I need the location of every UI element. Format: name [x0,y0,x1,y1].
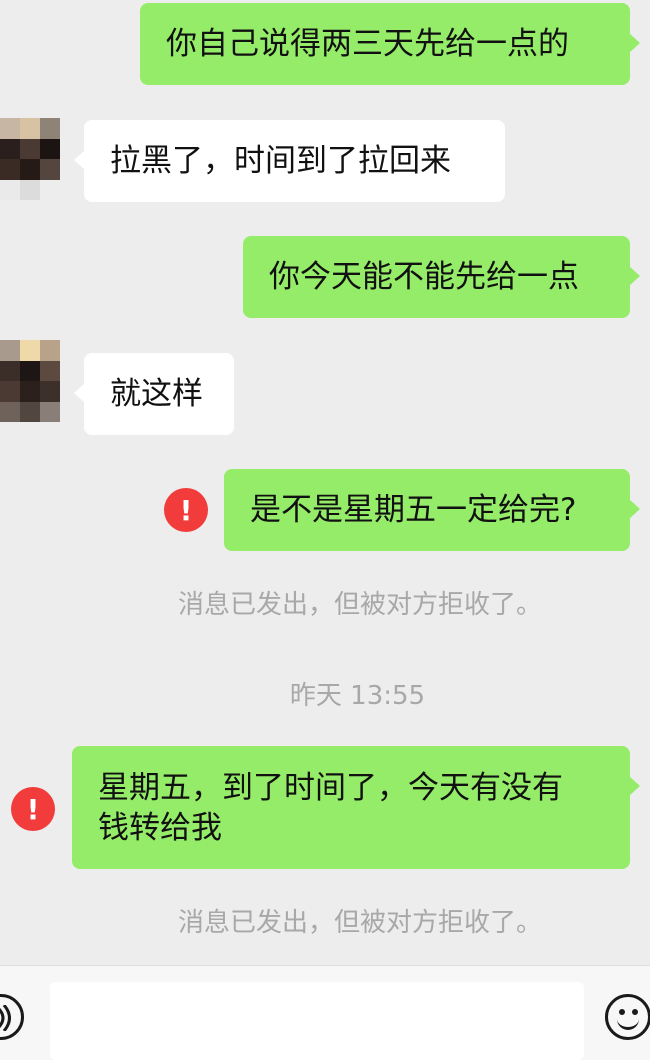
message-text-line: 钱转给我 [98,810,222,846]
message-text: 是不是星期五一定给完? [250,492,577,528]
input-bar [0,965,650,1060]
timestamp: 昨天 13:55 [289,681,426,711]
message-input[interactable] [50,982,584,1060]
send-failed-icon[interactable]: ! [164,488,208,532]
emoji-icon[interactable] [605,994,650,1040]
rejected-notice: 消息已发出，但被对方拒收了。 [177,908,542,938]
rejected-notice: 消息已发出，但被对方拒收了。 [177,590,542,620]
received-message[interactable]: 就这样 [74,353,234,435]
sent-message[interactable]: 是不是星期五一定给完? [224,469,640,551]
chat-area[interactable]: 你自己说得两三天先给一点的 拉黑了，时间到了拉回来 你今天能不能先给一点 就这样… [0,0,650,965]
message-text: 你今天能不能先给一点 [269,259,579,295]
sent-message[interactable]: 星期五，到了时间了，今天有没有 钱转给我 [72,746,640,869]
received-message[interactable]: 拉黑了，时间到了拉回来 [74,120,505,202]
contact-avatar[interactable] [0,340,60,422]
voice-input-icon[interactable] [0,994,24,1040]
sent-message[interactable]: 你今天能不能先给一点 [243,236,640,318]
message-text: 拉黑了，时间到了拉回来 [110,143,451,179]
emoji-mouth [617,1015,639,1030]
send-failed-icon[interactable]: ! [11,787,55,831]
contact-avatar[interactable] [0,118,60,200]
message-text-line: 星期五，到了时间了，今天有没有 [98,770,563,806]
message-text: 你自己说得两三天先给一点的 [166,26,569,62]
sent-message[interactable]: 你自己说得两三天先给一点的 [140,3,640,85]
message-text: 就这样 [110,376,203,412]
